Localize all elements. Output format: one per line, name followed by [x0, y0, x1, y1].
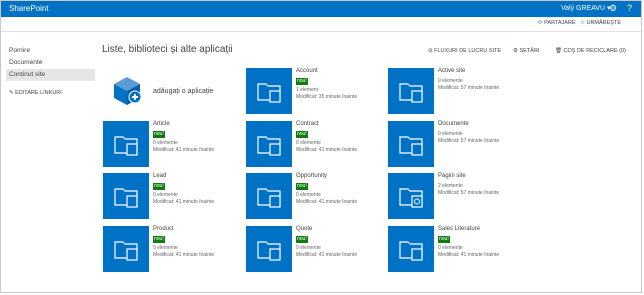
app-tile[interactable]: Opportunity nou! 0 elemente Modificat: 41 m… [246, 173, 382, 219]
nav-item-documents[interactable]: Documente [6, 57, 95, 69]
tile-modified: Modificat: 41 minute înainte [296, 252, 358, 258]
folder-icon[interactable] [388, 121, 434, 167]
new-badge: nou! [153, 236, 165, 243]
recycle-bin-button[interactable]: 🗑 COȘ DE RECICLARE (0) [555, 48, 626, 54]
workflow-icon: ⊘ [428, 48, 433, 54]
folder-icon[interactable] [388, 68, 434, 114]
tile-name[interactable]: Contract [296, 121, 319, 127]
star-icon: ☆ [580, 20, 585, 26]
app-tile[interactable]: Account nou! 1 element Modificat: 35 minute… [246, 68, 382, 114]
tile-modified: Modificat: 41 minute înainte [153, 252, 215, 258]
folder-icon[interactable] [103, 173, 149, 219]
trash-icon: 🗑 [555, 48, 562, 54]
user-menu[interactable]: Valý GREAVU ▾ [561, 4, 611, 12]
folder-icon[interactable] [103, 226, 149, 272]
gear-icon[interactable]: ⚙ [609, 3, 617, 14]
tile-item-count: 0 elemente [296, 192, 321, 198]
follow-button[interactable]: ☆ URMĂREȘTE [580, 20, 621, 26]
tile-name[interactable]: Article [153, 121, 170, 127]
share-button[interactable]: ⟳ PARTAJARE [538, 20, 576, 26]
nav-item-site-contents[interactable]: Conținut site [6, 69, 95, 81]
new-badge: nou! [296, 131, 308, 138]
add-app-icon[interactable] [111, 75, 143, 107]
tile-name[interactable]: Sales Literature [438, 226, 480, 232]
suite-bar: SharePoint Valý GREAVU ▾ ⚙ ? [1, 1, 641, 17]
folder-icon[interactable] [246, 68, 292, 114]
tile-name[interactable]: Opportunity [296, 173, 327, 179]
app-tile[interactable]: Lead nou! 0 elemente Modificat: 41 minute î… [103, 173, 239, 219]
new-badge: nou! [296, 183, 308, 190]
edit-links-button[interactable]: ✎ EDITARE LINKURI [9, 90, 62, 96]
app-tile[interactable]: Documente 0 elemente Modificat: 57 minute … [388, 121, 524, 167]
tile-modified: Modificat: 57 minute înainte [438, 190, 500, 196]
tile-modified: Modificat: 35 minute înainte [296, 94, 358, 100]
tile-name[interactable]: Account [296, 68, 318, 74]
share-icon: ⟳ [538, 20, 543, 26]
app-tile[interactable]: Quote nou! 0 elemente Modificat: 41 minute … [246, 226, 382, 272]
gear-icon: ⚙ [513, 48, 518, 54]
settings-button[interactable]: ⚙ SETĂRI [513, 48, 539, 54]
pencil-icon: ✎ [9, 90, 14, 96]
tile-modified: Modificat: 41 minute înainte [153, 199, 215, 205]
site-workflows-label: FLUXURI DE LUCRU SITE [434, 48, 502, 54]
new-badge: nou! [296, 78, 308, 85]
tile-item-count: 2 elemente [438, 183, 463, 189]
tile-name[interactable]: Pagini site [438, 173, 466, 179]
tile-item-count: 0 elemente [296, 140, 321, 146]
tile-item-count: 0 elemente [296, 245, 321, 251]
tile-item-count: 0 elemente [153, 192, 178, 198]
folder-icon[interactable] [246, 121, 292, 167]
tile-item-count: 0 elemente [438, 78, 463, 84]
folder-icon[interactable] [246, 226, 292, 272]
new-badge: nou! [153, 183, 165, 190]
page-title: Liste, biblioteci și alte aplicații [102, 44, 233, 55]
tile-item-count: 0 elemente [153, 140, 178, 146]
new-badge: nou! [153, 131, 165, 138]
tile-item-count: 0 elemente [438, 131, 463, 137]
share-label: PARTAJARE [544, 20, 576, 26]
new-badge: nou! [438, 236, 450, 243]
tile-modified: Modificat: 41 minute înainte [438, 252, 500, 258]
app-tile[interactable]: Active site 0 elemente Modificat: 57 minut… [388, 68, 524, 114]
recycle-bin-label: COȘ DE RECICLARE (0) [563, 48, 626, 54]
tile-name[interactable]: Active site [438, 68, 465, 74]
site-workflows-button[interactable]: ⊘ FLUXURI DE LUCRU SITE [428, 48, 501, 54]
folder-icon[interactable] [388, 226, 434, 272]
app-tile[interactable]: Product nou! 0 elemente Modificat: 41 minut… [103, 226, 239, 272]
tile-modified: Modificat: 57 minute înainte [438, 85, 500, 91]
edit-links-label: EDITARE LINKURI [15, 90, 62, 96]
folder-icon[interactable] [246, 173, 292, 219]
site-pages-icon[interactable] [388, 173, 434, 219]
app-tile[interactable]: Pagini site 2 elemente Modificat: 57 minut… [388, 173, 524, 219]
tile-modified: Modificat: 57 minute înainte [438, 138, 500, 144]
nav-item-home[interactable]: Pornire [6, 45, 95, 57]
tile-name[interactable]: Quote [296, 226, 312, 232]
tile-modified: Modificat: 41 minute înainte [153, 147, 215, 153]
app-tile[interactable]: Contract nou! 0 elemente Modificat: 41 minu… [246, 121, 382, 167]
tile-item-count: 0 elemente [438, 245, 463, 251]
app-tile[interactable]: Article nou! 0 elemente Modificat: 41 minut… [103, 121, 239, 167]
app-tile[interactable]: Sales Literature nou! 0 elemente Modificat:… [388, 226, 524, 272]
tile-name[interactable]: Documente [438, 121, 469, 127]
folder-icon[interactable] [103, 121, 149, 167]
settings-label: SETĂRI [519, 48, 540, 54]
add-app-link[interactable]: adăugați o aplicație [153, 88, 213, 95]
tile-name[interactable]: Product [153, 226, 174, 232]
tile-modified: Modificat: 41 minute înainte [296, 199, 358, 205]
follow-label: URMĂREȘTE [586, 20, 621, 26]
help-icon[interactable]: ? [627, 3, 632, 13]
app-title[interactable]: SharePoint [9, 4, 49, 13]
tile-item-count: 1 element [296, 87, 318, 93]
tile-modified: Modificat: 41 minute înainte [296, 147, 358, 153]
tile-name[interactable]: Lead [153, 173, 166, 179]
new-badge: nou! [296, 236, 308, 243]
tile-item-count: 0 elemente [153, 245, 178, 251]
